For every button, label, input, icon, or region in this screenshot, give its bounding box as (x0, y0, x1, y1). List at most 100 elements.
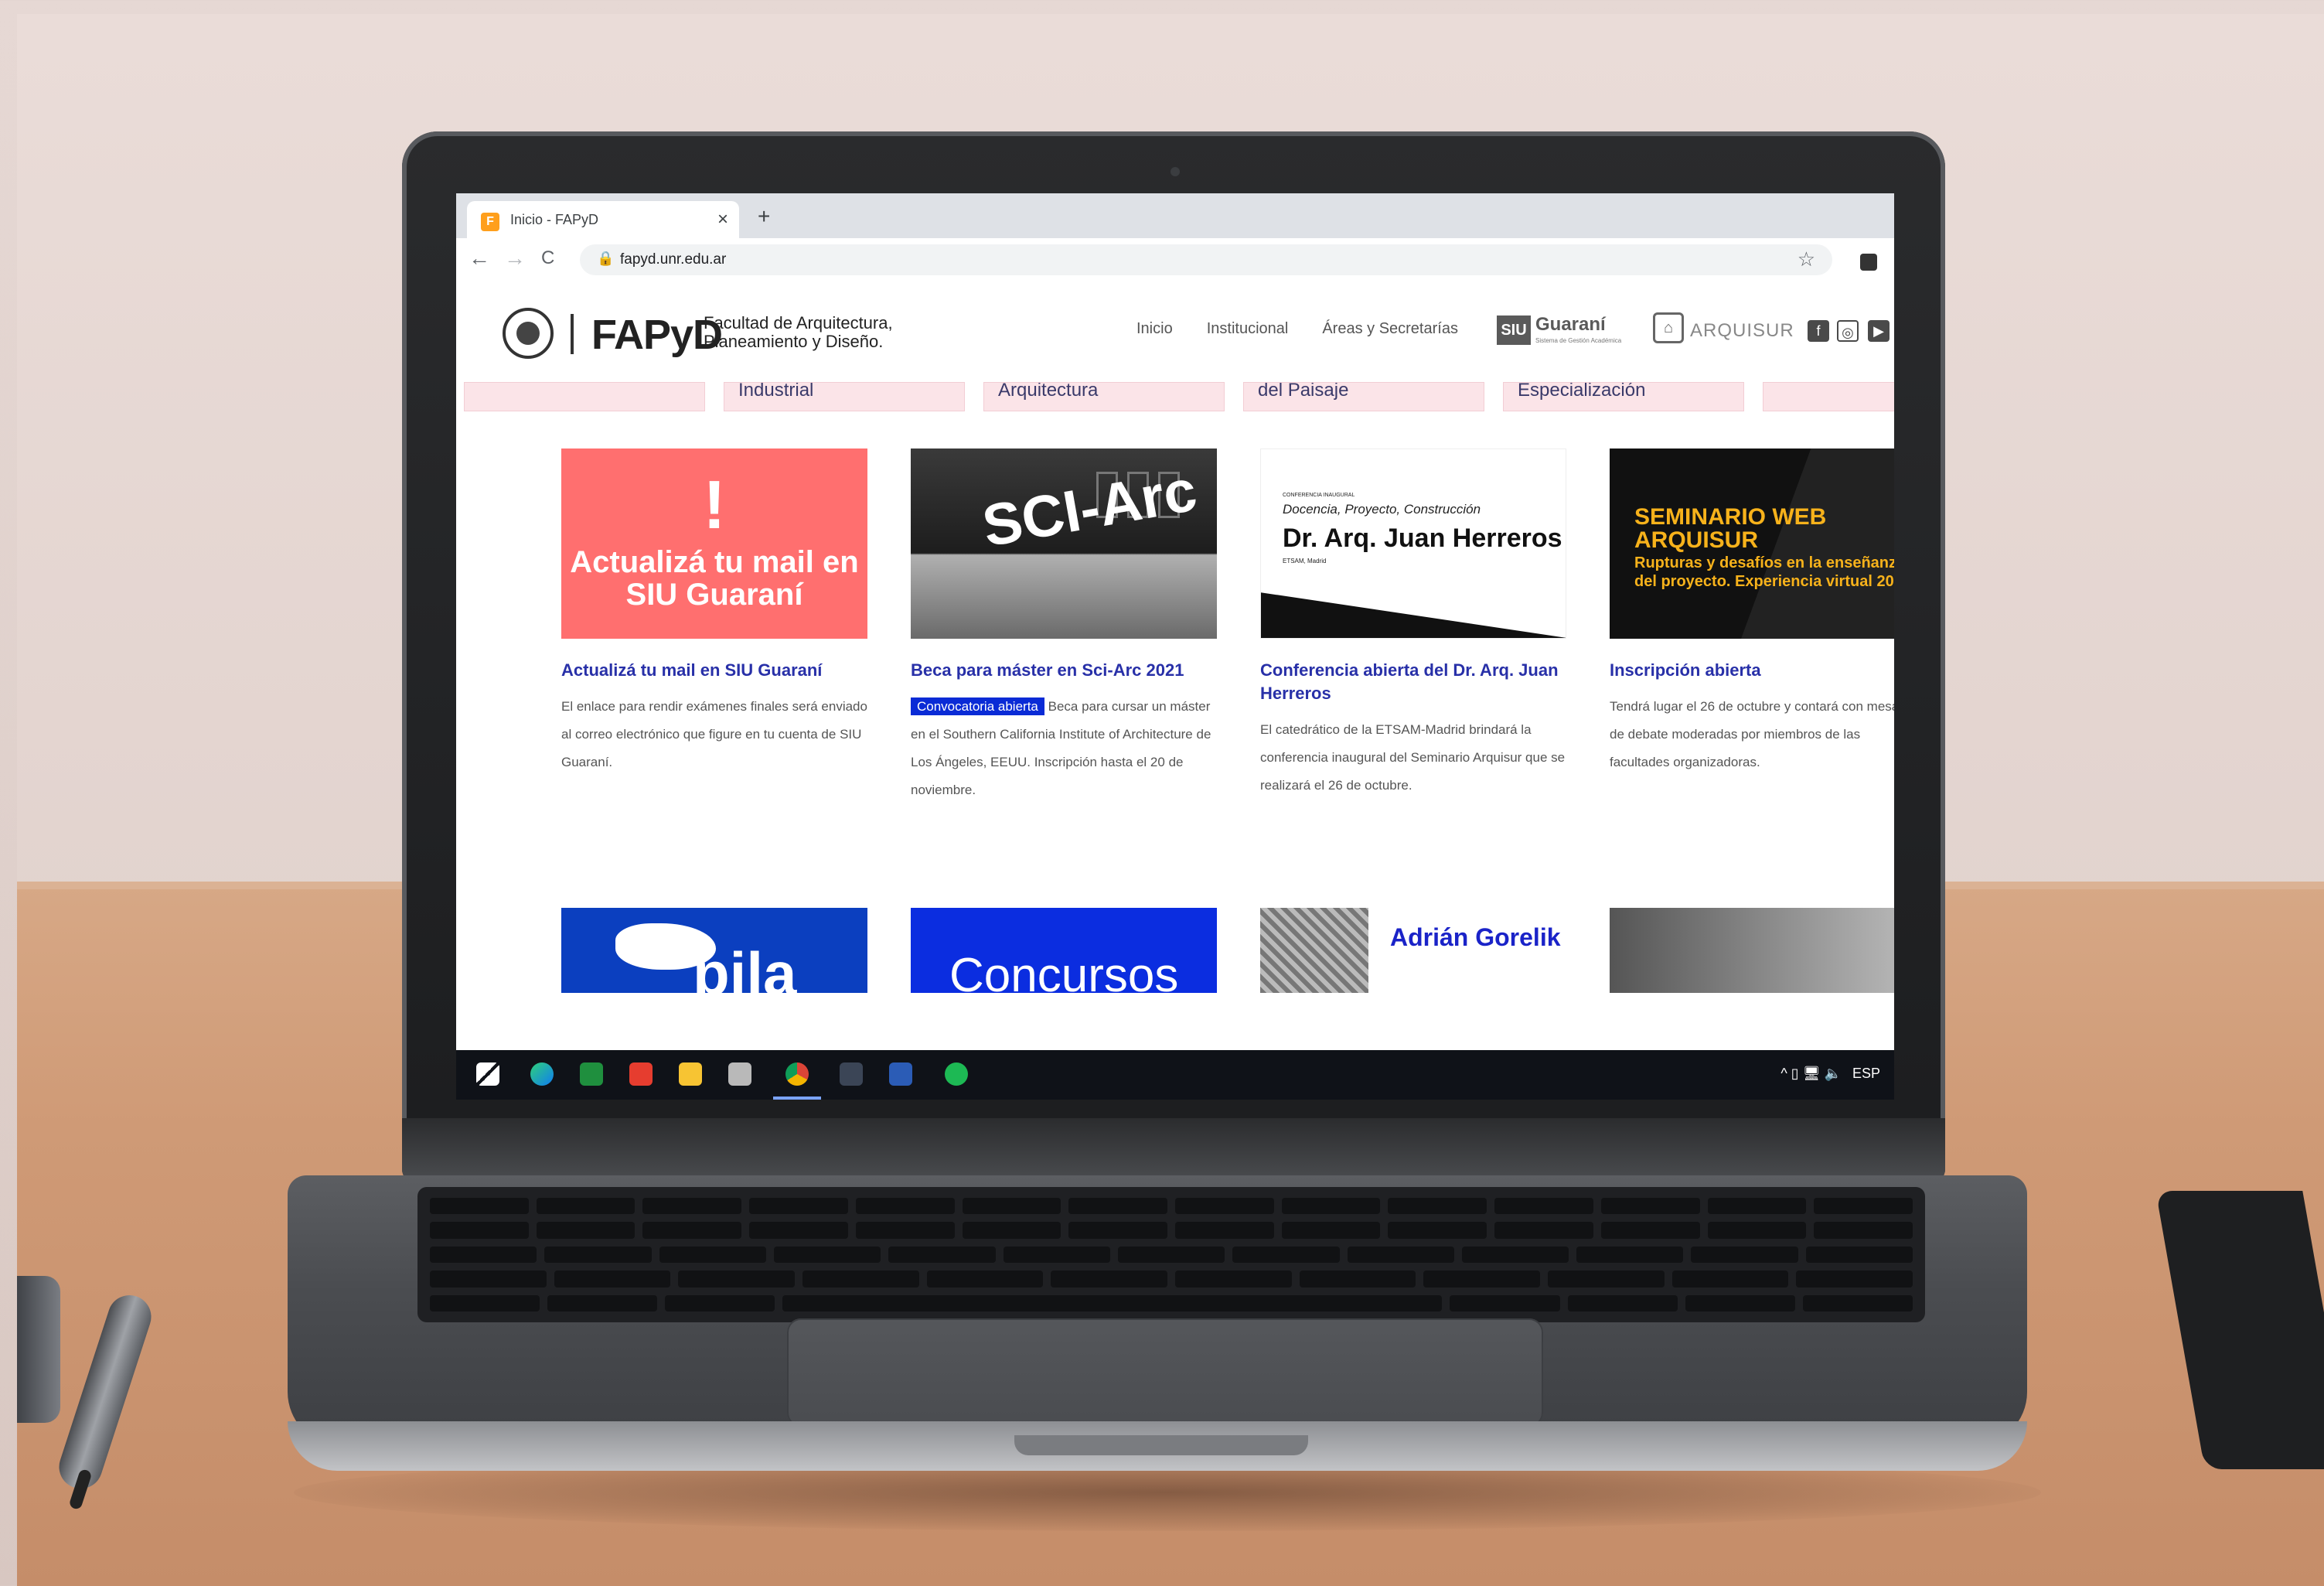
key (1600, 1222, 1700, 1239)
category-card[interactable]: Especialización (1503, 382, 1744, 411)
key (1175, 1198, 1274, 1215)
news-card-image[interactable]: Concursos (911, 908, 1217, 993)
new-tab-button[interactable]: + (758, 204, 770, 229)
key (1117, 1246, 1225, 1264)
site-header: FAPyD Facultad de Arquitectura, Planeami… (456, 281, 1894, 382)
card-image-subtitle: Docencia, Proyecto, Construcción (1283, 502, 1481, 517)
app-icon[interactable] (629, 1062, 653, 1086)
keyboard-row (430, 1198, 1913, 1215)
card-title[interactable]: Inscripción abierta (1610, 659, 1894, 682)
acrobat-icon[interactable] (728, 1062, 751, 1086)
category-card[interactable]: del Paisaje (1243, 382, 1484, 411)
news-card-image[interactable] (1610, 908, 1894, 993)
key (430, 1294, 540, 1312)
card-title[interactable]: Actualizá tu mail en SIU Guaraní (561, 659, 867, 682)
website: FAPyD Facultad de Arquitectura, Planeami… (456, 281, 1894, 1039)
university-seal-icon[interactable] (503, 308, 554, 359)
key (1802, 1294, 1913, 1312)
card-body: Convocatoria abierta Beca para cursar un… (911, 693, 1217, 804)
card-image-kicker: CONFERENCIA INAUGURAL (1283, 493, 1355, 498)
news-card-image[interactable]: Adrián Gorelik (1260, 908, 1566, 993)
site-logo-text: Facultad de Arquitectura, Planeamiento y… (704, 314, 928, 351)
forward-icon[interactable]: → (504, 246, 526, 271)
chrome-icon[interactable] (785, 1062, 809, 1086)
excel-icon[interactable] (580, 1062, 603, 1086)
system-tray: ^ ▯ 🖥 🔈 ESP (1780, 1066, 1880, 1082)
active-app-indicator (773, 1097, 821, 1100)
card-image[interactable]: CONFERENCIA INAUGURAL Docencia, Proyecto… (1260, 449, 1566, 639)
key (554, 1271, 671, 1288)
site-logo[interactable]: FAPyD (591, 311, 723, 359)
nav-item-inicio[interactable]: Inicio (1136, 320, 1173, 338)
card-image-text: Dr. Arq. Juan Herreros (1283, 524, 1562, 553)
key (1814, 1198, 1913, 1215)
key (642, 1222, 742, 1239)
card-title[interactable]: Beca para máster en Sci-Arc 2021 (911, 659, 1217, 682)
bookmark-star-icon[interactable]: ☆ (1798, 247, 1815, 271)
language-indicator[interactable]: ESP (1852, 1066, 1880, 1082)
key (1299, 1271, 1416, 1288)
facebook-icon[interactable]: f (1808, 320, 1829, 342)
edge-icon[interactable] (530, 1062, 554, 1086)
arquisur-icon[interactable]: ⌂ (1653, 312, 1684, 343)
tray-icons[interactable]: ^ ▯ 🖥 🔈 (1780, 1066, 1842, 1082)
category-card[interactable] (464, 382, 705, 411)
category-card[interactable] (1763, 382, 1894, 411)
key (749, 1198, 848, 1215)
key (1576, 1246, 1684, 1264)
card-image[interactable]: SCI-Arc (911, 449, 1217, 639)
card-image-text: Actualizá tu mail en SIU Guaraní (570, 545, 859, 612)
news-card-image[interactable]: pila (561, 908, 867, 993)
word-icon[interactable] (889, 1062, 912, 1086)
address-bar[interactable]: 🔒 fapyd.unr.edu.ar ☆ (580, 244, 1832, 275)
key (430, 1271, 547, 1288)
category-card[interactable]: Industrial (724, 382, 965, 411)
key (1388, 1222, 1487, 1239)
key (1814, 1222, 1913, 1239)
logo-divider (571, 314, 574, 354)
key (1548, 1271, 1665, 1288)
key (773, 1246, 881, 1264)
instagram-icon[interactable]: ◎ (1837, 320, 1859, 342)
card-image[interactable]: SEMINARIO WEB ARQUISUR Rupturas y desafí… (1610, 449, 1894, 639)
alert-icon: ! (703, 466, 726, 543)
extension-icon[interactable] (1860, 254, 1877, 271)
key (962, 1222, 1061, 1239)
main-nav: Inicio Institucional Áreas y Secretarías (1136, 320, 1458, 338)
siu-guarani-link[interactable]: Guaraní (1535, 314, 1606, 336)
keyboard-row (430, 1222, 1913, 1239)
arquisur-link[interactable]: ARQUISUR (1690, 320, 1794, 342)
key (749, 1222, 848, 1239)
youtube-icon[interactable]: ▶ (1868, 320, 1890, 342)
card-image-text: pila (693, 940, 797, 993)
key (1388, 1198, 1487, 1215)
key (430, 1222, 529, 1239)
news-card: SEMINARIO WEB ARQUISUR Rupturas y desafí… (1610, 449, 1894, 776)
card-image[interactable]: ! Actualizá tu mail en SIU Guaraní (561, 449, 867, 639)
close-icon[interactable]: × (717, 209, 728, 230)
tab-title: Inicio - FAPyD (510, 212, 599, 227)
nav-item-areas[interactable]: Áreas y Secretarías (1322, 320, 1458, 338)
category-card[interactable]: Arquitectura (983, 382, 1225, 411)
back-icon[interactable]: ← (469, 246, 490, 271)
key (1600, 1198, 1700, 1215)
card-image-subtitle: Rupturas y desafíos en la enseñanza del … (1634, 554, 1894, 590)
key (1068, 1222, 1168, 1239)
card-body: Tendrá lugar el 26 de octubre y contará … (1610, 699, 1894, 769)
nav-item-institucional[interactable]: Institucional (1207, 320, 1289, 338)
browser-tab[interactable]: F Inicio - FAPyD × (467, 201, 739, 238)
windows-icon[interactable] (476, 1062, 499, 1086)
key (1450, 1294, 1560, 1312)
key (1494, 1198, 1593, 1215)
keyboard-row (430, 1294, 1913, 1312)
key (536, 1198, 636, 1215)
siu-guarani-badge[interactable]: SIU (1497, 315, 1531, 345)
card-title[interactable]: Conferencia abierta del Dr. Arq. Juan He… (1260, 659, 1566, 705)
reload-icon[interactable]: C (541, 247, 554, 269)
key (1707, 1198, 1807, 1215)
key (1232, 1246, 1340, 1264)
calculator-icon[interactable] (840, 1062, 863, 1086)
spotify-icon[interactable] (945, 1062, 968, 1086)
url-text[interactable]: fapyd.unr.edu.ar (620, 251, 726, 268)
folder-icon[interactable] (679, 1062, 702, 1086)
